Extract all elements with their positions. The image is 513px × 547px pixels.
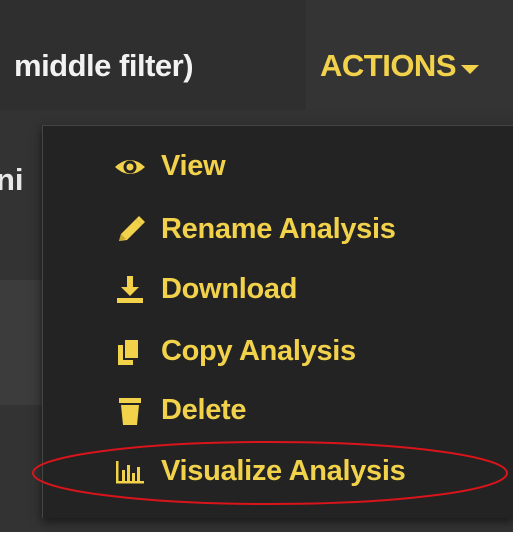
- menu-item-label: Delete: [161, 394, 247, 426]
- pencil-icon: [113, 215, 147, 245]
- menu-item-label: Download: [161, 273, 298, 305]
- menu-item-label: Rename Analysis: [161, 213, 396, 245]
- background-row-band: [0, 280, 42, 405]
- menu-item-visualize-analysis[interactable]: Visualize Analysis: [113, 455, 406, 488]
- copy-icon: [113, 337, 147, 367]
- background-text-fragment: ni: [0, 162, 24, 197]
- menu-item-download[interactable]: Download: [113, 273, 297, 306]
- eye-icon: [113, 152, 147, 182]
- menu-item-label: Copy Analysis: [161, 335, 356, 367]
- menu-item-rename-analysis[interactable]: Rename Analysis: [113, 213, 396, 246]
- actions-dropdown-button[interactable]: ACTIONS: [320, 48, 479, 84]
- trash-icon: [113, 396, 147, 426]
- caret-down-icon: [461, 64, 479, 74]
- menu-item-label: View: [161, 150, 226, 182]
- menu-item-view[interactable]: View: [113, 150, 226, 183]
- menu-item-label: Visualize Analysis: [161, 455, 406, 487]
- page-title: middle filter): [14, 48, 194, 83]
- bar-chart-icon: [113, 457, 147, 487]
- menu-item-copy-analysis[interactable]: Copy Analysis: [113, 335, 356, 368]
- menu-item-delete[interactable]: Delete: [113, 394, 247, 427]
- actions-label: ACTIONS: [320, 48, 457, 83]
- download-icon: [113, 275, 147, 305]
